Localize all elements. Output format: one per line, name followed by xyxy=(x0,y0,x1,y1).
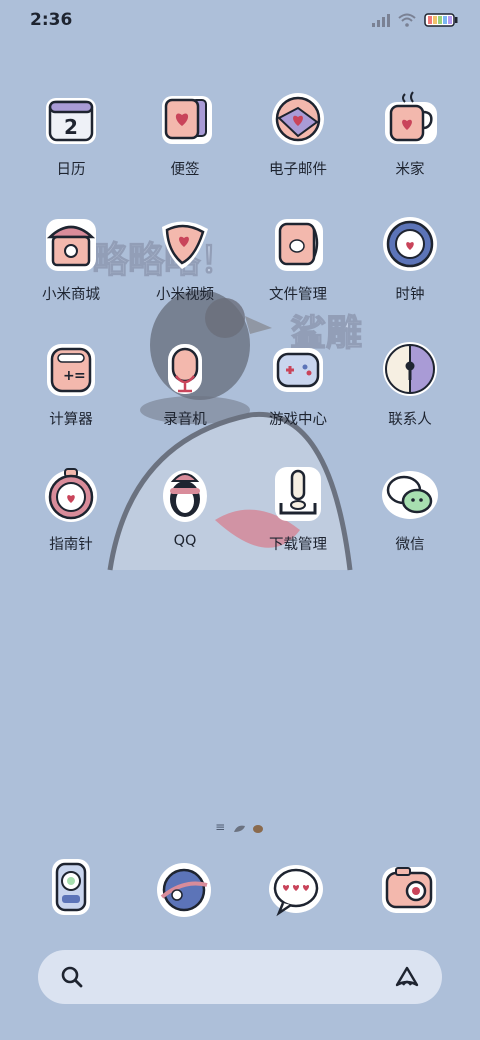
status-icons xyxy=(372,12,458,28)
dock xyxy=(0,855,480,925)
app-clock[interactable]: 时钟 xyxy=(355,213,465,323)
folder-icon xyxy=(275,219,323,271)
message-bubble-icon[interactable] xyxy=(265,859,327,921)
house-icon xyxy=(46,219,96,271)
app-label: 日历 xyxy=(56,162,86,178)
wechat-icon xyxy=(382,471,438,519)
app-wechat[interactable]: 微信 xyxy=(355,463,465,573)
app-label: 米家 xyxy=(395,162,425,178)
calculator-icon: + = xyxy=(47,344,95,396)
svg-text:=: = xyxy=(74,368,86,384)
search-icon[interactable] xyxy=(60,965,84,989)
app-label: 指南针 xyxy=(49,537,93,553)
app-label: 录音机 xyxy=(163,412,207,428)
status-time: 2:36 xyxy=(30,10,73,30)
gamepad-icon xyxy=(273,348,323,392)
recorder-icon xyxy=(168,344,202,394)
app-label: 小米视频 xyxy=(156,287,214,303)
page-indicator[interactable]: ≡ xyxy=(0,820,480,834)
app-qq[interactable]: QQ xyxy=(130,463,240,573)
app-mi-store[interactable]: 小米商城 xyxy=(16,213,126,323)
video-icon xyxy=(162,221,208,269)
app-mi-video[interactable]: 小米视频 xyxy=(130,213,240,323)
search-bar[interactable] xyxy=(38,950,442,1004)
app-file-manager[interactable]: 文件管理 xyxy=(243,213,353,323)
penguin-icon xyxy=(163,470,207,522)
app-label: 电子邮件 xyxy=(269,162,327,178)
app-email[interactable]: 电子邮件 xyxy=(243,88,353,198)
app-download-manager[interactable]: 下载管理 xyxy=(243,463,353,573)
status-bar: 2:36 xyxy=(0,0,480,40)
signal-icon xyxy=(372,14,390,27)
assistant-icon[interactable] xyxy=(394,965,420,989)
battery-icon xyxy=(424,13,458,27)
app-label: 小米商城 xyxy=(42,287,100,303)
app-notes[interactable]: 便签 xyxy=(130,88,240,198)
app-compass[interactable]: 指南针 xyxy=(16,463,126,573)
svg-text:+: + xyxy=(63,368,75,384)
app-label: 时钟 xyxy=(395,287,425,303)
app-contacts[interactable]: 联系人 xyxy=(355,338,465,448)
app-label: 联系人 xyxy=(388,412,432,428)
page-dot-bird-icon xyxy=(252,824,263,833)
app-calculator[interactable]: + = 计算器 xyxy=(16,338,126,448)
app-label: 下载管理 xyxy=(269,537,327,553)
download-icon xyxy=(275,467,321,521)
wifi-icon xyxy=(398,13,416,27)
page-indicator-menu: ≡ xyxy=(215,820,226,834)
clock-icon xyxy=(383,217,437,271)
camera-icon[interactable] xyxy=(378,857,440,919)
app-recorder[interactable]: 录音机 xyxy=(130,338,240,448)
compass-icon xyxy=(45,468,97,522)
app-mijia[interactable]: 米家 xyxy=(355,88,465,198)
app-label: 计算器 xyxy=(49,412,93,428)
calendar-icon: 2 xyxy=(46,98,96,144)
contacts-icon xyxy=(383,342,437,396)
app-game-center[interactable]: 游戏中心 xyxy=(243,338,353,448)
app-calendar[interactable]: 2 日历 xyxy=(16,88,126,198)
coffee-cup-icon xyxy=(385,91,437,144)
calendar-badge: 2 xyxy=(64,115,78,139)
phone-icon[interactable] xyxy=(40,855,102,917)
notes-icon xyxy=(162,96,212,144)
app-label: QQ xyxy=(173,533,197,549)
email-icon xyxy=(272,93,324,145)
browser-planet-icon[interactable] xyxy=(153,859,215,921)
app-label: 游戏中心 xyxy=(269,412,327,428)
app-label: 微信 xyxy=(395,537,425,553)
page-dot-shark-icon xyxy=(234,825,246,832)
app-label: 文件管理 xyxy=(269,287,327,303)
app-label: 便签 xyxy=(170,162,200,178)
